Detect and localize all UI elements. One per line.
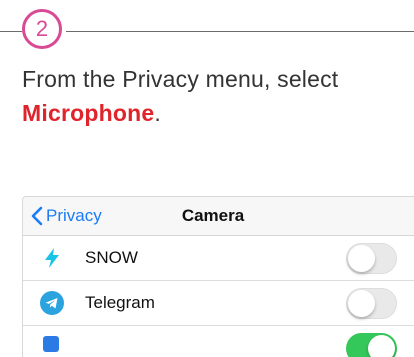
app-icon: [43, 336, 59, 352]
snow-camera-toggle[interactable]: [346, 243, 397, 274]
list-item-partial: [23, 326, 414, 357]
instruction-prefix: From the Privacy menu, select: [22, 66, 339, 92]
instruction-highlight: Microphone: [22, 100, 155, 126]
list-item-snow: SNOW: [23, 236, 414, 281]
navigation-bar: Privacy Camera: [23, 197, 414, 236]
page-title: Camera: [181, 206, 245, 225]
list-item-telegram: Telegram: [23, 281, 414, 326]
app-name: Telegram: [85, 293, 155, 312]
telegram-icon: [39, 290, 65, 316]
instruction-text: From the Privacy menu, select Microphone…: [22, 62, 402, 130]
toggle-knob: [368, 335, 395, 357]
toggle-knob: [348, 245, 375, 272]
phone-screenshot: Privacy Camera SNOW Telegram: [22, 196, 414, 357]
app-permission-list: SNOW Telegram: [23, 236, 414, 357]
instruction-suffix: .: [154, 100, 161, 126]
step-divider-left: [0, 31, 22, 32]
step-divider-right: [66, 31, 414, 32]
step-number: 2: [35, 16, 49, 41]
telegram-camera-toggle[interactable]: [346, 288, 397, 319]
snow-bolt-icon: [39, 245, 65, 271]
app-name: SNOW: [85, 248, 138, 267]
toggle-knob: [348, 290, 375, 317]
step-number-badge: 2: [22, 9, 62, 49]
app-camera-toggle[interactable]: [346, 333, 397, 357]
